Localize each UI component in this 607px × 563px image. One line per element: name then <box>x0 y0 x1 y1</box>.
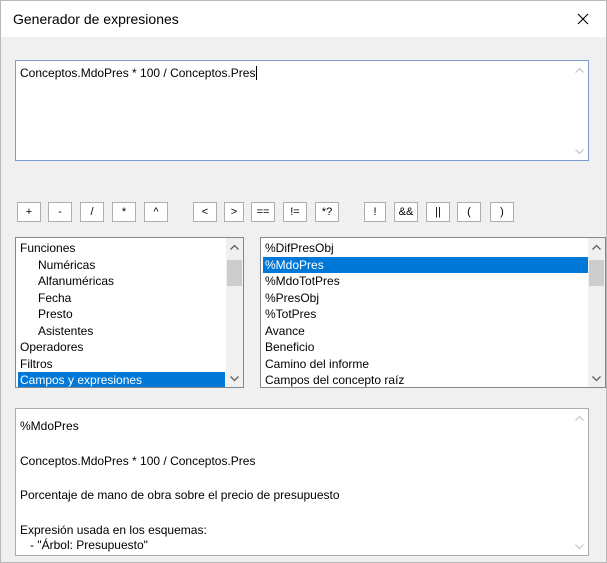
category-item[interactable]: Fecha <box>18 290 225 306</box>
scroll-down-button[interactable] <box>571 143 588 160</box>
description-usage-item: - "Árbol: Presupuesto" <box>20 538 148 552</box>
category-item[interactable]: Campos y expresiones <box>18 372 225 387</box>
categories-list[interactable]: Funciones Numéricas Alfanuméricas Fecha Pres… <box>15 237 244 388</box>
operator-button-divide[interactable]: / <box>80 202 104 222</box>
operator-button-greater-than[interactable]: > <box>224 202 244 222</box>
chevron-up-icon <box>575 67 584 73</box>
field-item[interactable]: Avance <box>263 323 588 339</box>
chevron-down-icon <box>575 148 584 154</box>
chevron-up-icon <box>230 244 239 250</box>
field-item[interactable]: Camino del informe <box>263 356 588 372</box>
chevron-down-icon <box>230 375 239 381</box>
category-item[interactable]: Numéricas <box>18 257 225 273</box>
operator-button-equals[interactable]: == <box>251 202 275 222</box>
category-item[interactable]: Presto <box>18 306 225 322</box>
field-item[interactable]: %PresObj <box>263 290 588 306</box>
categories-scrollbar[interactable] <box>226 238 243 387</box>
category-item[interactable]: Operadores <box>18 339 225 355</box>
text-caret <box>256 66 258 80</box>
fields-list[interactable]: %DifPresObj %MdoPres %MdoTotPres %PresObj %T… <box>260 237 606 388</box>
operator-button-multiply[interactable]: * <box>112 202 136 222</box>
expression-editor[interactable]: Conceptos.MdoPres * 100 / Conceptos.Pres <box>15 60 589 161</box>
window-title: Generador de expresiones <box>13 11 179 27</box>
operator-button-not[interactable]: ! <box>364 202 386 222</box>
scroll-up-button[interactable] <box>226 238 243 255</box>
scroll-down-button[interactable] <box>226 370 243 387</box>
chevron-up-icon <box>575 415 584 421</box>
scroll-up-button[interactable] <box>571 61 588 78</box>
field-item[interactable]: Beneficio <box>263 339 588 355</box>
title-bar: Generador de expresiones <box>1 1 606 37</box>
field-item[interactable]: Campos del concepto raíz <box>263 372 588 387</box>
scroll-thumb[interactable] <box>589 260 604 286</box>
chevron-up-icon <box>592 244 601 250</box>
scroll-thumb[interactable] <box>227 260 242 286</box>
category-item[interactable]: Alfanuméricas <box>18 273 225 289</box>
field-item[interactable]: %DifPresObj <box>263 240 588 256</box>
description-text: Porcentaje de mano de obra sobre el prec… <box>20 488 340 502</box>
operator-button-or[interactable]: || <box>426 202 450 222</box>
operator-button-not-equals[interactable]: != <box>283 202 307 222</box>
operator-button-minus[interactable]: - <box>48 202 72 222</box>
scroll-down-button[interactable] <box>588 370 605 387</box>
description-panel: %MdoPres Conceptos.MdoPres * 100 / Conce… <box>15 408 589 556</box>
close-button[interactable] <box>560 1 606 37</box>
description-scrollbar[interactable] <box>571 409 588 555</box>
editor-scrollbar[interactable] <box>571 61 588 160</box>
category-item[interactable]: Asistentes <box>18 323 225 339</box>
category-item[interactable]: Funciones <box>18 240 225 256</box>
field-item[interactable]: %MdoPres <box>263 256 588 273</box>
scroll-up-button[interactable] <box>571 409 588 426</box>
operator-button-power[interactable]: ^ <box>144 202 168 222</box>
close-icon <box>577 13 589 25</box>
category-item[interactable]: Filtros <box>18 356 225 372</box>
scroll-up-button[interactable] <box>588 238 605 255</box>
operator-button-plus[interactable]: + <box>17 202 41 222</box>
operator-button-like[interactable]: *? <box>315 202 339 222</box>
field-item[interactable]: %MdoTotPres <box>263 273 588 289</box>
operator-button-open-paren[interactable]: ( <box>457 202 481 222</box>
description-usage-title: Expresión usada en los esquemas: <box>20 523 207 537</box>
chevron-down-icon <box>592 375 601 381</box>
fields-scrollbar[interactable] <box>588 238 605 387</box>
description-expression: Conceptos.MdoPres * 100 / Conceptos.Pres <box>20 454 256 468</box>
scroll-down-button[interactable] <box>571 538 588 555</box>
expression-text: Conceptos.MdoPres * 100 / Conceptos.Pres <box>20 66 256 80</box>
field-item[interactable]: %TotPres <box>263 306 588 322</box>
chevron-down-icon <box>575 543 584 549</box>
operator-button-less-than[interactable]: < <box>193 202 217 222</box>
description-name: %MdoPres <box>20 419 79 433</box>
operator-button-close-paren[interactable]: ) <box>490 202 514 222</box>
operator-button-and[interactable]: && <box>394 202 418 222</box>
